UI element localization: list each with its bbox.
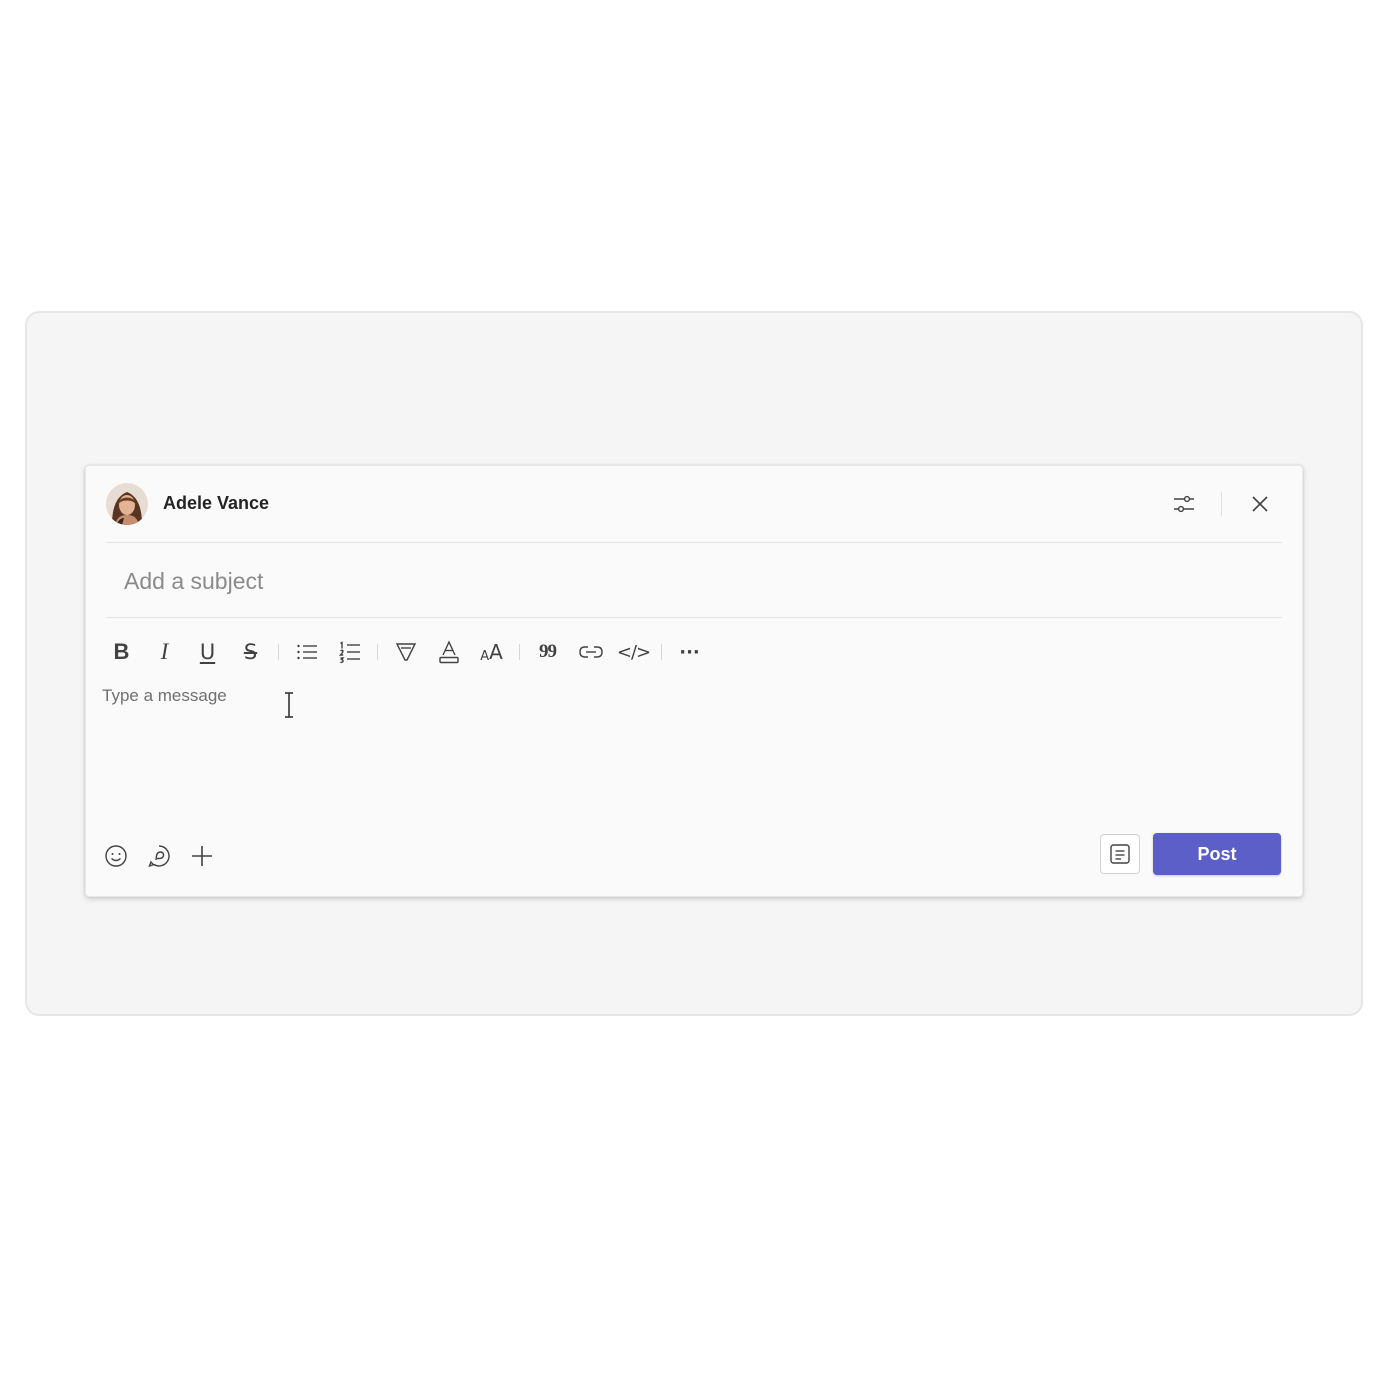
format-icon (1110, 844, 1130, 864)
toolbar-divider (519, 644, 520, 660)
add-icon (192, 846, 212, 866)
bulleted-list-button[interactable] (285, 632, 328, 672)
subject-input[interactable] (122, 560, 726, 602)
formatting-toolbar: B I U S A A 99 </> ··· (100, 632, 711, 672)
compose-actions (104, 838, 233, 874)
bold-button[interactable]: B (100, 632, 143, 672)
highlighter-icon (395, 643, 416, 661)
quote-button[interactable]: 99 (526, 632, 569, 672)
quote-icon: 99 (539, 641, 557, 662)
sticker-button[interactable] (147, 838, 190, 874)
code-button[interactable]: </> (612, 632, 655, 672)
emoji-button[interactable] (104, 838, 147, 874)
code-icon: </> (616, 641, 651, 663)
message-input[interactable] (102, 686, 1282, 796)
numbered-list-icon (338, 641, 360, 664)
strikethrough-icon: S (243, 640, 258, 664)
more-options-icon: ··· (679, 641, 700, 663)
close-icon[interactable] (1244, 488, 1276, 520)
header-divider (1221, 492, 1222, 516)
highlight-button[interactable] (384, 632, 427, 672)
font-size-button[interactable]: AA (470, 632, 513, 672)
font-size-icon: AA (480, 640, 503, 664)
italic-button[interactable]: I (143, 632, 186, 672)
add-button[interactable] (190, 838, 233, 874)
subject-row (106, 542, 1282, 618)
post-button[interactable]: Post (1153, 833, 1281, 875)
settings-sliders-icon[interactable] (1168, 488, 1200, 520)
underline-icon: U (199, 640, 216, 664)
more-options-button[interactable]: ··· (668, 632, 711, 672)
avatar (106, 483, 148, 525)
link-button[interactable] (569, 632, 612, 672)
toolbar-divider (661, 644, 662, 660)
toolbar-divider (377, 644, 378, 660)
link-icon (578, 646, 603, 658)
author-name: Adele Vance (163, 493, 270, 513)
bold-icon: B (113, 639, 130, 664)
font-color-icon (438, 640, 459, 664)
toolbar-divider (278, 644, 279, 660)
strikethrough-button[interactable]: S (229, 632, 272, 672)
italic-icon: I (160, 639, 169, 664)
numbered-list-button[interactable] (328, 632, 371, 672)
sticker-icon (148, 845, 170, 868)
bulleted-list-icon (296, 644, 317, 660)
text-cursor-icon (285, 692, 293, 718)
font-color-button[interactable] (427, 632, 470, 672)
underline-button[interactable]: U (186, 632, 229, 672)
compose-header: Adele Vance (106, 466, 1282, 543)
emoji-icon (105, 845, 127, 867)
compose-box: Adele Vance B I U (85, 465, 1303, 897)
format-button[interactable] (1100, 834, 1140, 874)
